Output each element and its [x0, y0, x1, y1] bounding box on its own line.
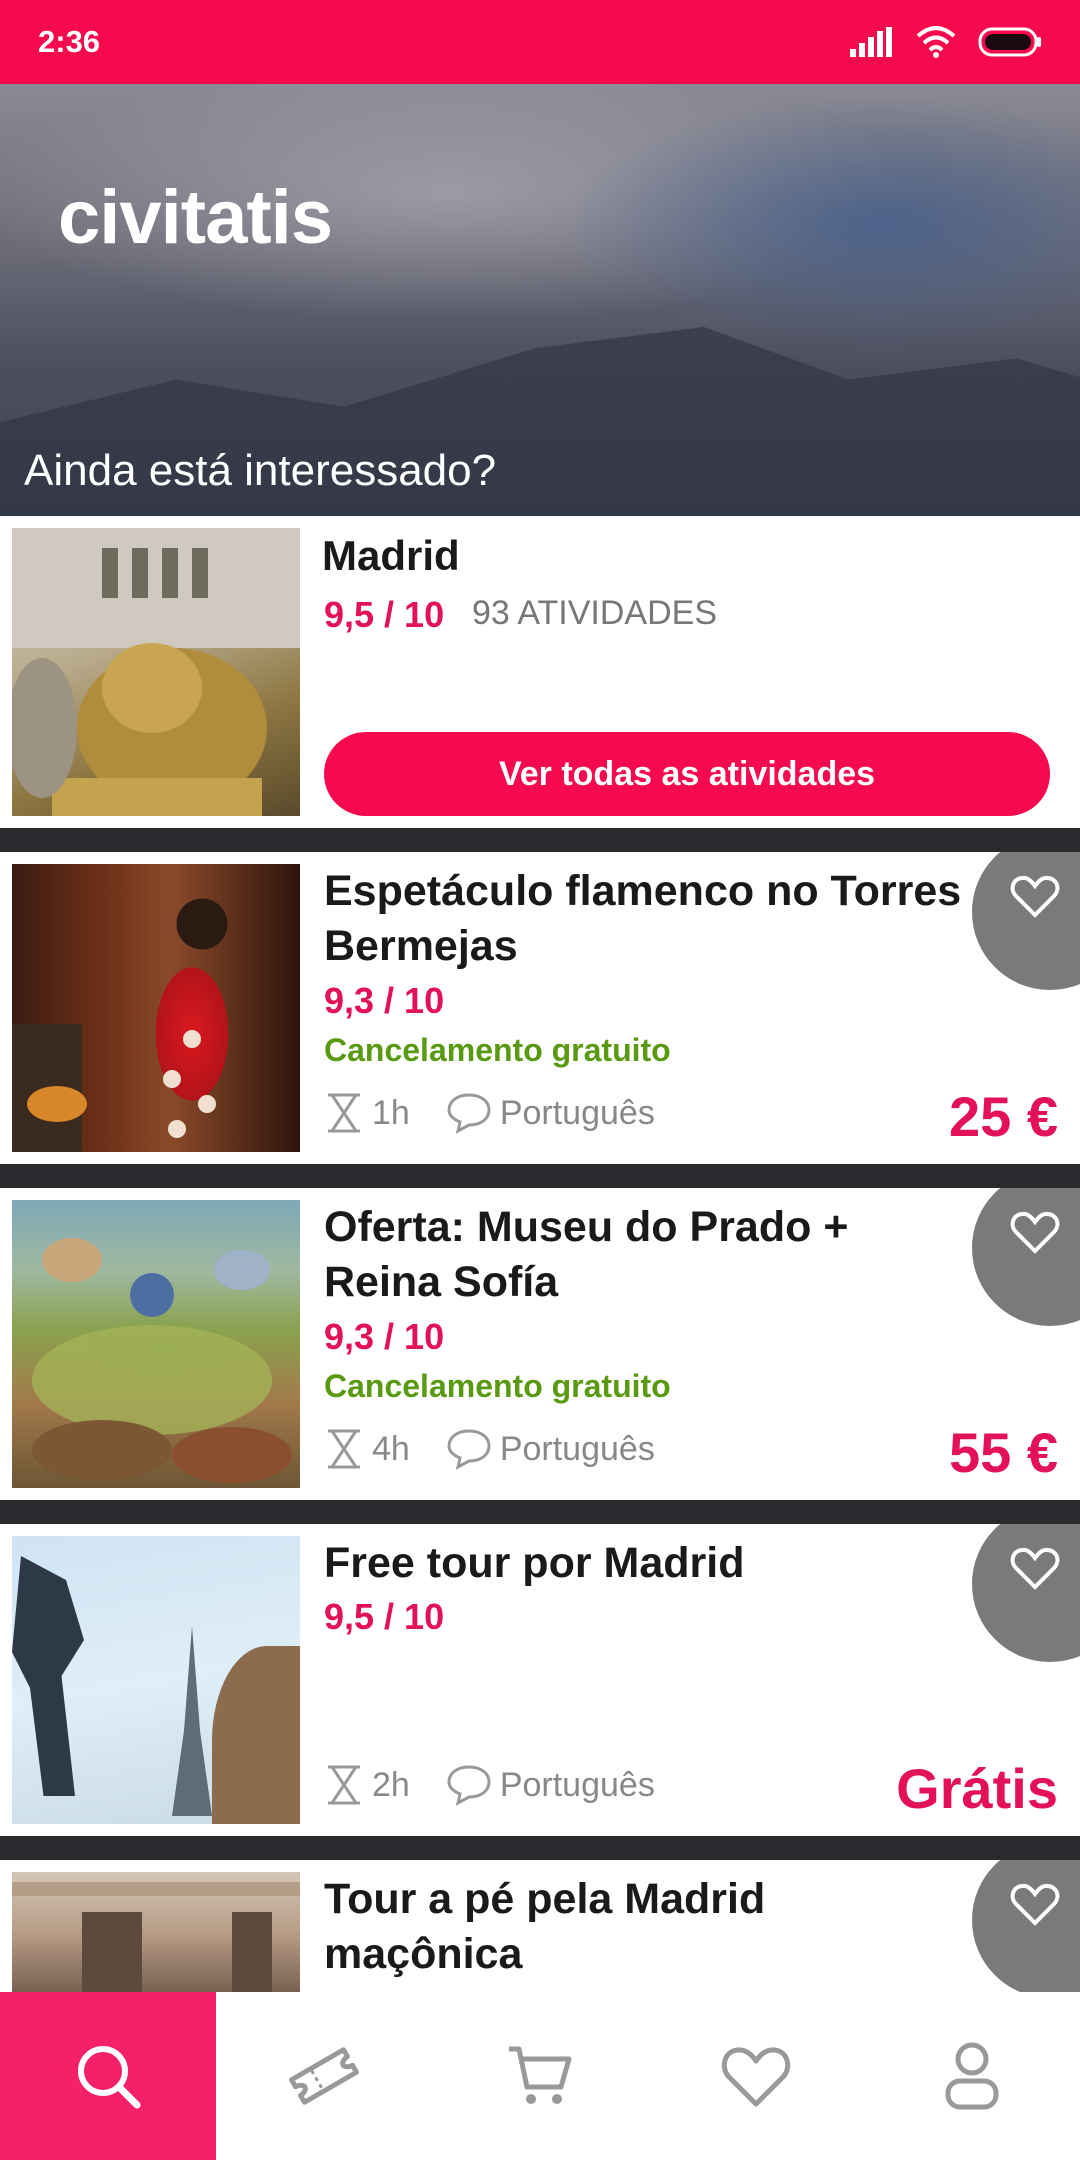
- user-icon: [945, 2042, 999, 2110]
- activity-price: Grátis: [896, 1757, 1058, 1820]
- battery-icon: [978, 27, 1041, 57]
- activity-rating: 9,3 / 10: [324, 980, 445, 1021]
- activity-title: Espetáculo flamenco no Torres Bermejas: [324, 867, 962, 970]
- nav-profile[interactable]: [864, 1992, 1080, 2160]
- status-time: 2:36: [38, 24, 101, 59]
- speech-bubble-icon: [446, 1092, 492, 1134]
- nav-favorites[interactable]: [648, 1992, 864, 2160]
- signal-icon: [850, 27, 892, 57]
- free-cancellation-label: Cancelamento gratuito: [324, 1368, 671, 1404]
- activity-image: [12, 1872, 300, 1992]
- activity-language: Português: [499, 1765, 655, 1804]
- activity-image: [12, 1536, 300, 1824]
- destination-card[interactable]: Madrid 9,5 / 10 93 ATIVIDADES Ver todas …: [0, 516, 1080, 828]
- hourglass-icon: [324, 1428, 364, 1470]
- activity-duration: 1h: [372, 1093, 410, 1132]
- favorite-button[interactable]: [972, 1524, 1080, 1662]
- activity-card[interactable]: Tour a pé pela Madrid maçônica: [0, 1860, 1080, 1992]
- status-icons: [850, 26, 1042, 58]
- activity-title: Oferta: Museu do Prado + Reina Sofía: [324, 1203, 849, 1306]
- activity-duration: 2h: [372, 1765, 410, 1804]
- destination-rating: 9,5 / 10: [324, 594, 445, 635]
- activity-image: [12, 864, 300, 1152]
- nav-tickets[interactable]: [216, 1992, 432, 2160]
- heart-icon: [1010, 1547, 1060, 1590]
- destination-image: [12, 528, 300, 816]
- speech-bubble-icon: [446, 1428, 492, 1470]
- free-cancellation-label: Cancelamento gratuito: [324, 1032, 671, 1068]
- activity-title: Tour a pé pela Madrid maçônica: [324, 1875, 766, 1978]
- wifi-icon: [916, 26, 956, 58]
- hourglass-icon: [324, 1092, 364, 1134]
- activity-meta: 4h Português: [324, 1428, 655, 1470]
- activity-card[interactable]: Oferta: Museu do Prado + Reina Sofía 9,3…: [0, 1188, 1080, 1500]
- activity-duration: 4h: [372, 1429, 410, 1468]
- activity-price: 55 €: [949, 1421, 1058, 1484]
- activity-image: [12, 1200, 300, 1488]
- hero-banner: civitatis Ainda está interessado?: [0, 84, 1080, 516]
- destination-activity-count: 93 ATIVIDADES: [472, 594, 718, 632]
- ticket-icon: [289, 2047, 359, 2105]
- heart-icon: [721, 2047, 791, 2107]
- activity-rating: 9,5 / 10: [324, 1596, 445, 1637]
- activity-language: Português: [499, 1429, 655, 1468]
- favorite-button[interactable]: [972, 1188, 1080, 1326]
- nav-cart[interactable]: [432, 1992, 648, 2160]
- search-icon: [78, 2046, 141, 2109]
- see-all-activities-button[interactable]: Ver todas as atividades: [324, 732, 1050, 816]
- activity-title: Free tour por Madrid: [324, 1539, 745, 1587]
- cart-icon: [509, 2046, 572, 2104]
- activity-rating: 9,3 / 10: [324, 1316, 445, 1357]
- speech-bubble-icon: [446, 1764, 492, 1806]
- heart-icon: [1010, 875, 1060, 918]
- spire-shape: [172, 1626, 212, 1816]
- civitatis-logo: civitatis: [58, 175, 333, 260]
- activity-card[interactable]: Free tour por Madrid 9,5 / 10 2h Portugu…: [0, 1524, 1080, 1836]
- favorite-button[interactable]: [972, 1860, 1080, 1992]
- hero-subtitle: Ainda está interessado?: [24, 446, 497, 495]
- hourglass-icon: [324, 1764, 364, 1806]
- statue-shape: [12, 1556, 84, 1796]
- activity-meta: 2h Português: [324, 1764, 655, 1806]
- person-shape: [212, 1646, 300, 1824]
- activity-language: Português: [499, 1093, 655, 1132]
- heart-icon: [1010, 1883, 1060, 1926]
- activity-card[interactable]: Espetáculo flamenco no Torres Bermejas 9…: [0, 852, 1080, 1164]
- heart-icon: [1010, 1211, 1060, 1254]
- destination-title: Madrid: [322, 532, 460, 579]
- activity-meta: 1h Português: [324, 1092, 655, 1134]
- nav-search[interactable]: [0, 1992, 216, 2160]
- status-bar: 2:36: [0, 0, 1080, 84]
- bottom-navigation: [0, 1992, 1080, 2160]
- favorite-button[interactable]: [972, 852, 1080, 990]
- activity-price: 25 €: [949, 1085, 1058, 1148]
